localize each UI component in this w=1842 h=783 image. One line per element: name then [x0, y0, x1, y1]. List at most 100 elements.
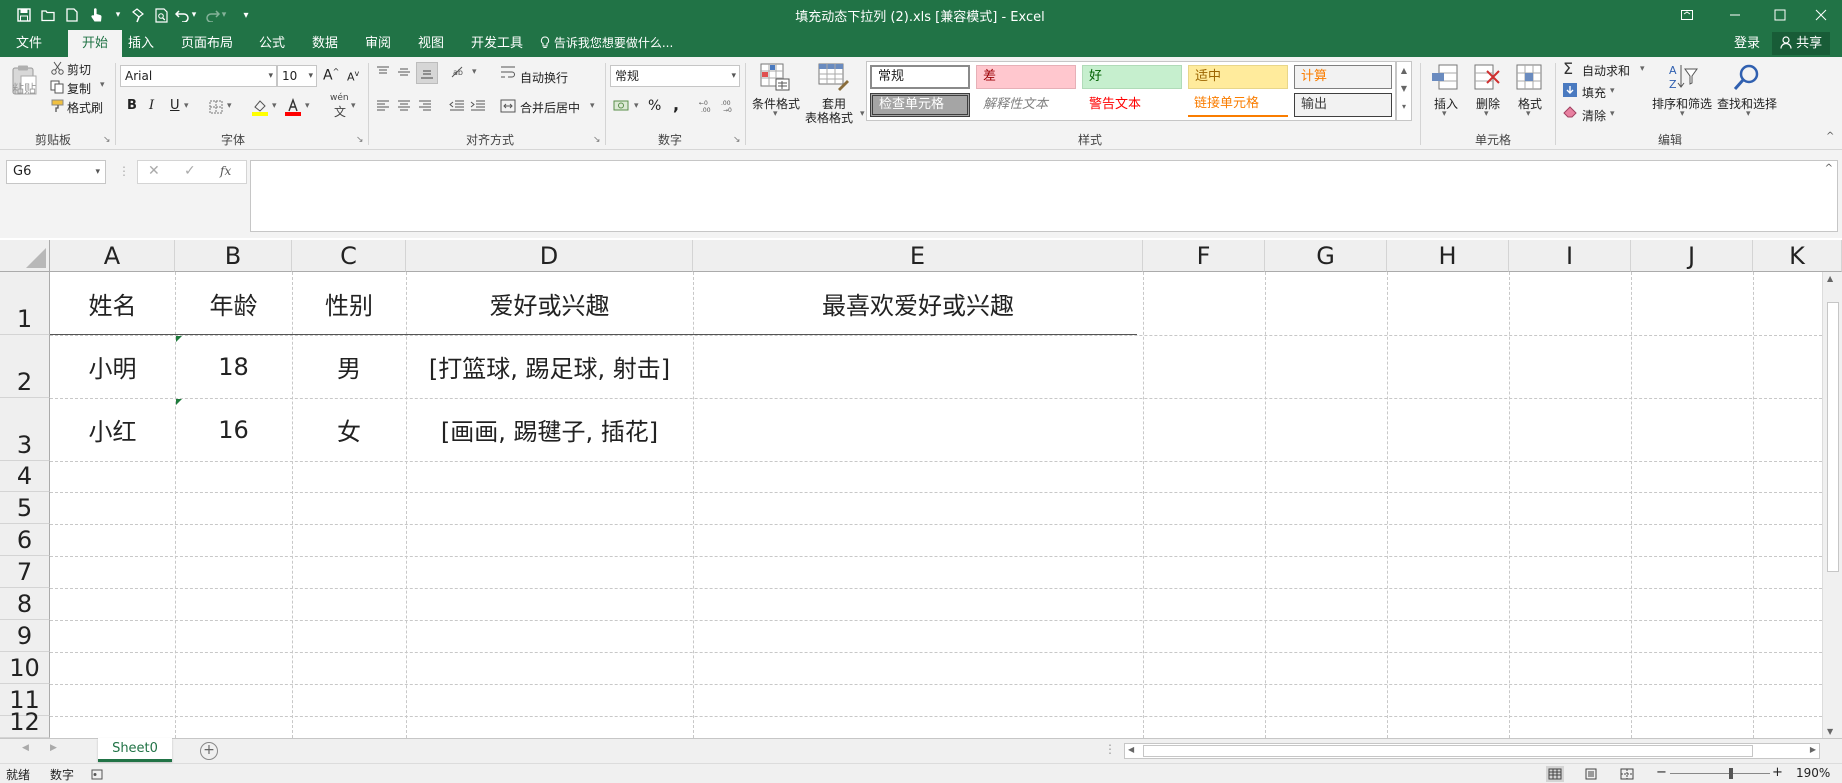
tell-me-box[interactable]: 告诉我您想要做什么...	[540, 30, 673, 57]
zoom-level[interactable]: 190%	[1796, 766, 1830, 780]
decrease-indent-icon[interactable]	[448, 97, 466, 115]
currency-icon[interactable]	[612, 97, 632, 115]
font-color-icon[interactable]	[284, 97, 302, 117]
comma-button[interactable]: ,	[673, 95, 679, 114]
chevron-down-icon[interactable]: ▾	[227, 101, 232, 111]
tab-file[interactable]: 文件	[2, 30, 56, 57]
tab-view[interactable]: 视图	[404, 30, 458, 57]
table-cell[interactable]: 小明	[50, 335, 175, 398]
maximize-icon[interactable]	[1757, 0, 1803, 30]
zoom-in-button[interactable]: +	[1772, 765, 1783, 780]
tab-review[interactable]: 审阅	[351, 30, 405, 57]
style-output[interactable]: 输出	[1294, 93, 1392, 117]
cancel-icon[interactable]: ✕	[148, 163, 160, 179]
chevron-up-icon[interactable]: ▲	[1397, 62, 1411, 80]
chevron-down-icon[interactable]: ▾	[773, 109, 778, 119]
chevron-down-icon[interactable]: ▾	[305, 101, 310, 111]
login-link[interactable]: 登录	[1734, 30, 1760, 57]
header-cell[interactable]: 年龄	[175, 272, 292, 335]
chevron-down-icon[interactable]: ▾	[590, 101, 595, 111]
chevron-down-icon[interactable]: ▾	[1610, 109, 1615, 119]
tab-page-layout[interactable]: 页面布局	[167, 30, 247, 57]
table-cell[interactable]	[693, 398, 1143, 461]
chevron-down-icon[interactable]: ▾	[95, 161, 100, 183]
row-header-2[interactable]: 2	[0, 335, 50, 398]
name-box[interactable]: G6 ▾	[6, 160, 106, 184]
sheet-tab-sheet0[interactable]: Sheet0	[98, 738, 172, 762]
row-header-12[interactable]: 12	[0, 708, 50, 738]
style-explanatory[interactable]: 解释性文本	[976, 93, 1076, 117]
insert-cells-icon[interactable]	[1430, 61, 1460, 93]
row-header-5[interactable]: 5	[0, 492, 50, 524]
chevron-down-icon[interactable]: ▾	[188, 5, 200, 25]
grow-font-button[interactable]: A^	[323, 67, 339, 84]
tab-developer[interactable]: 开发工具	[457, 30, 537, 57]
chevron-down-icon[interactable]: ▾	[351, 101, 356, 111]
next-sheet-icon[interactable]: ▶	[50, 743, 57, 753]
copy-button[interactable]: 复制	[67, 80, 91, 97]
chevron-down-icon[interactable]: ▾	[1442, 109, 1447, 119]
table-cell[interactable]: [画画, 踢毽子, 插花]	[406, 398, 693, 461]
chevron-down-icon[interactable]: ▾	[1680, 109, 1685, 119]
increase-decimal-icon[interactable]: ←0.00	[698, 97, 718, 115]
borders-icon[interactable]	[208, 99, 224, 115]
normal-view-icon[interactable]	[1546, 766, 1564, 782]
row-header-7[interactable]: 7	[0, 556, 50, 588]
align-center-icon[interactable]	[395, 97, 413, 115]
underline-button[interactable]: U	[170, 98, 180, 113]
style-good[interactable]: 好	[1082, 65, 1182, 89]
column-header-a[interactable]: A	[50, 240, 175, 272]
horizontal-scroll-thumb[interactable]	[1143, 745, 1753, 757]
phonetic-button[interactable]: wén	[330, 93, 349, 103]
number-format-select[interactable]: 常规 ▾	[610, 65, 740, 87]
enter-icon[interactable]: ✓	[184, 163, 196, 179]
row-header-10[interactable]: 10	[0, 652, 50, 684]
chevron-up-icon[interactable]: ▲	[1827, 274, 1833, 283]
chevron-down-icon[interactable]: ▾	[634, 101, 639, 111]
fill-button[interactable]: 填充	[1582, 84, 1606, 101]
chevron-down-icon[interactable]: ▼	[1397, 80, 1411, 98]
ribbon-display-icon[interactable]	[1664, 0, 1710, 30]
clear-button[interactable]: 清除	[1582, 107, 1606, 124]
conditional-format-icon[interactable]	[758, 61, 792, 93]
style-normal[interactable]: 常规	[870, 65, 970, 89]
formula-input[interactable]: ^	[250, 160, 1838, 232]
collapse-ribbon-icon[interactable]: ^	[1826, 131, 1834, 142]
format-painter-icon[interactable]	[128, 5, 148, 25]
insert-function-button[interactable]: fx	[220, 164, 231, 178]
table-format-icon[interactable]	[816, 61, 852, 93]
horizontal-scrollbar[interactable]: ◀ ▶	[1124, 743, 1820, 759]
page-break-view-icon[interactable]	[1618, 766, 1636, 782]
column-header-e[interactable]: E	[693, 240, 1143, 272]
align-right-icon[interactable]	[416, 97, 434, 115]
styles-scroll[interactable]: ▲ ▼ ▾	[1396, 61, 1412, 121]
chevron-down-icon[interactable]: ▾	[112, 5, 124, 25]
align-bottom-icon[interactable]	[416, 62, 438, 84]
delete-cells-icon[interactable]	[1472, 61, 1502, 93]
find-select-icon[interactable]	[1730, 61, 1764, 93]
sort-filter-icon[interactable]: AZ	[1666, 61, 1700, 93]
table-cell[interactable]: 男	[292, 335, 406, 398]
font-size-select[interactable]: 10 ▾	[277, 65, 317, 87]
vertical-scrollbar[interactable]: ▲ ▼	[1822, 272, 1842, 738]
table-cell[interactable]: 女	[292, 398, 406, 461]
increase-indent-icon[interactable]	[469, 97, 487, 115]
dialog-launcher-icon[interactable]: ↘	[733, 135, 741, 145]
style-neutral[interactable]: 适中	[1188, 65, 1288, 89]
style-check-cell[interactable]: 检查单元格	[870, 93, 970, 117]
page-layout-view-icon[interactable]	[1582, 766, 1600, 782]
prev-sheet-icon[interactable]: ◀	[22, 743, 29, 753]
chevron-down-icon[interactable]: ▾	[1746, 109, 1751, 119]
cut-button[interactable]: 剪切	[67, 61, 91, 78]
expand-formula-icon[interactable]: ^	[1825, 163, 1833, 174]
column-header-b[interactable]: B	[175, 240, 292, 272]
align-left-icon[interactable]	[374, 97, 392, 115]
table-cell[interactable]: [打篮球, 踢足球, 射击]	[406, 335, 693, 398]
customize-icon[interactable]: ▾	[236, 5, 256, 25]
chevron-down-icon[interactable]: ▾	[272, 101, 277, 111]
paste-label[interactable]: 粘贴	[12, 80, 36, 97]
dialog-launcher-icon[interactable]: ↘	[356, 135, 364, 145]
chevron-down-icon[interactable]: ▾	[1610, 86, 1615, 96]
tab-formulas[interactable]: 公式	[245, 30, 299, 57]
style-calculation[interactable]: 计算	[1294, 65, 1392, 89]
